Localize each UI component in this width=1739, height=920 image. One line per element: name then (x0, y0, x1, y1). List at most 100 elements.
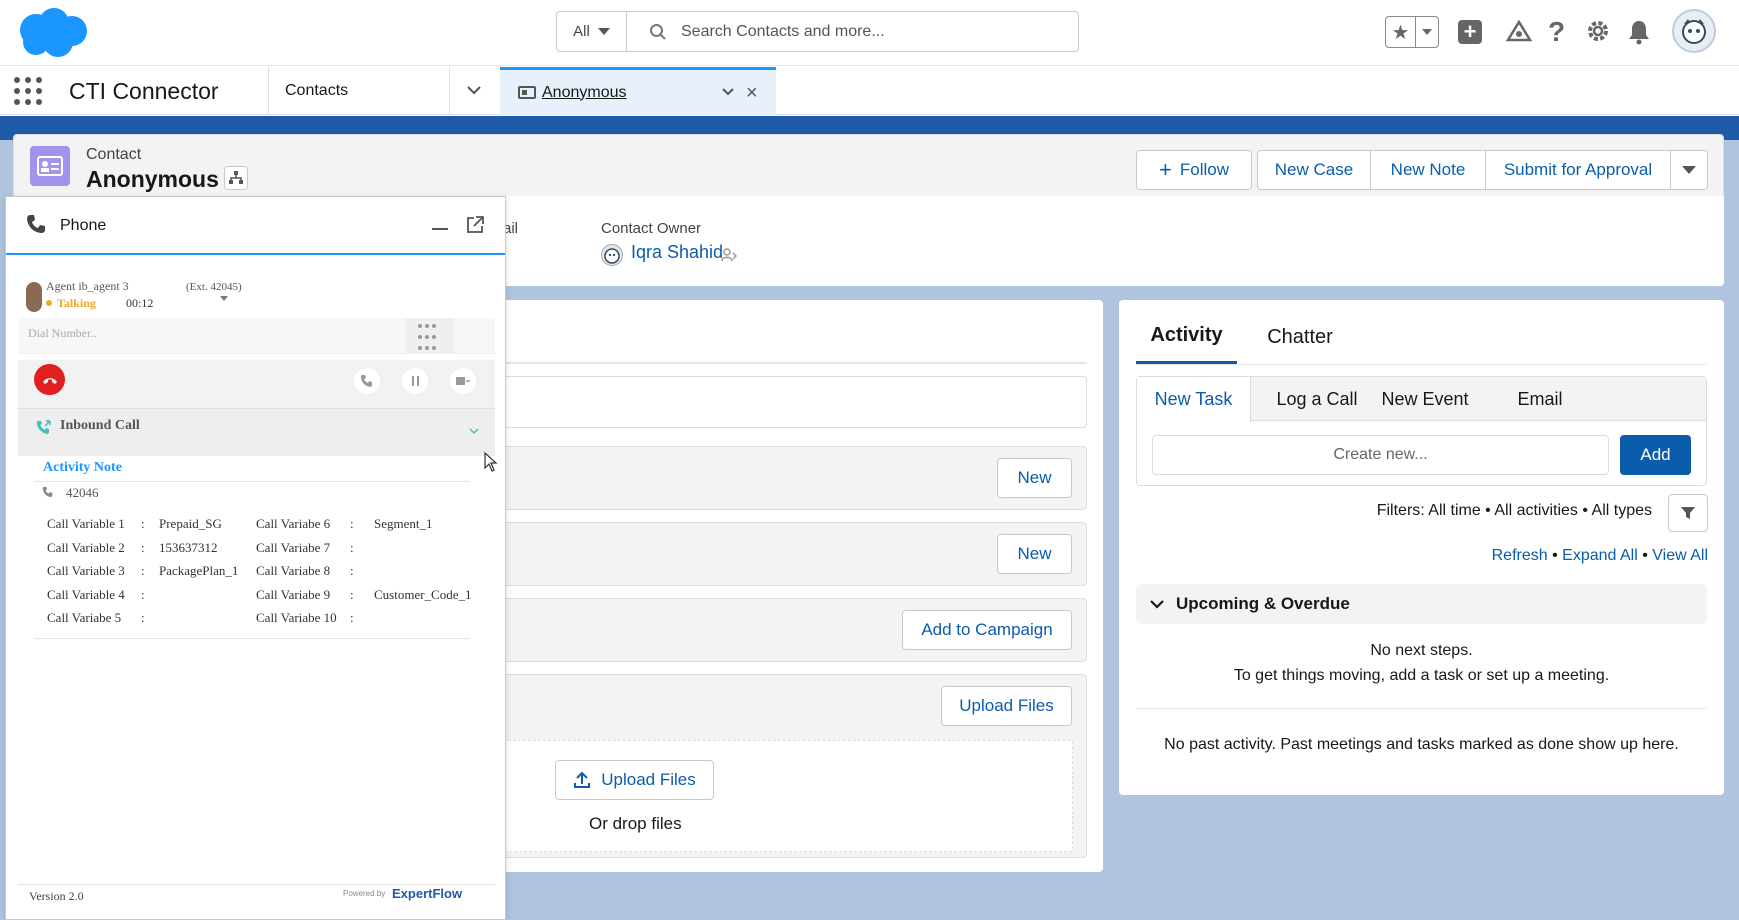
popout-icon[interactable] (466, 216, 484, 234)
add-button[interactable]: Add (1620, 435, 1691, 475)
call-variable-value: Segment_1 (374, 516, 433, 531)
call-variables-right: Call Variabe 6: Segment_1 Call Variabe 7:… (256, 512, 472, 630)
hierarchy-button[interactable] (224, 166, 248, 190)
more-actions-dropdown[interactable] (1671, 151, 1707, 189)
chevron-down-icon[interactable] (468, 426, 480, 436)
follow-button[interactable]: + Follow (1136, 150, 1252, 190)
upload-icon (573, 771, 591, 789)
activity-note-bottom-divider (34, 638, 470, 639)
activity-links: Refresh • Expand All • View All (1480, 547, 1708, 565)
call-variable-row: Call Variabe 6: Segment_1 (256, 512, 472, 536)
upload-files-drop-label: Upload Files (601, 770, 696, 789)
expand-all-link[interactable]: Expand All (1562, 547, 1638, 564)
filter-icon (1681, 507, 1695, 519)
tab-anonymous[interactable]: Anonymous × (500, 67, 776, 115)
global-actions-icon[interactable]: + (1458, 20, 1482, 44)
call-variable-value: Customer_Code_1 (374, 586, 472, 602)
close-tab-icon[interactable]: × (746, 82, 758, 105)
agent-status-badge[interactable]: Talking (57, 296, 96, 311)
call-variable-row: Call Variable 2:153637312 (47, 536, 238, 560)
subtab-new-event-label: New Event (1381, 388, 1469, 409)
new-button[interactable]: New (997, 458, 1072, 498)
search-input[interactable]: Search Contacts and more... (627, 12, 1078, 51)
user-avatar[interactable] (1672, 9, 1716, 53)
status-dot (46, 300, 52, 306)
trailhead-icon[interactable] (1506, 20, 1532, 44)
end-call-button[interactable] (34, 364, 65, 395)
transfer-icon (361, 375, 372, 387)
new-button-label: New (1017, 544, 1052, 563)
or-drop-files-text: Or drop files (589, 814, 682, 833)
global-header: All Search Contacts and more... ★ + ? (0, 0, 1739, 66)
minimize-icon[interactable] (432, 218, 448, 230)
contact-owner-link[interactable]: Iqra Shahid (631, 242, 723, 263)
upload-files-label: Upload Files (959, 696, 1054, 715)
submit-for-approval-button[interactable]: Submit for Approval (1486, 151, 1671, 189)
upload-files-drop-button[interactable]: Upload Files (555, 760, 714, 800)
new-note-label: New Note (1390, 160, 1466, 179)
new-case-button[interactable]: New Case (1258, 151, 1371, 189)
change-owner-icon[interactable] (721, 247, 737, 263)
phone-panel-footer-divider (18, 884, 495, 885)
gear-icon[interactable] (1586, 19, 1610, 43)
hold-call-button[interactable] (402, 368, 428, 394)
refresh-link[interactable]: Refresh (1492, 547, 1548, 564)
new-note-button[interactable]: New Note (1371, 151, 1486, 189)
view-all-link[interactable]: View All (1652, 547, 1708, 564)
activity-note-title: Activity Note (43, 460, 122, 475)
more-controls-button[interactable] (450, 368, 476, 394)
salesforce-logo[interactable] (14, 6, 90, 60)
pause-icon (411, 376, 414, 386)
app-launcher-icon[interactable] (14, 77, 42, 105)
search-scope-label: All (573, 23, 590, 40)
tab-activity[interactable]: Activity (1136, 310, 1237, 364)
help-icon[interactable]: ? (1548, 16, 1565, 48)
subtab-new-task[interactable]: New Task (1137, 377, 1251, 422)
chevron-down-icon[interactable] (220, 296, 228, 301)
tab-anonymous-label: Anonymous (542, 83, 627, 101)
tab-chatter[interactable]: Chatter (1250, 310, 1350, 364)
nav-bar: CTI Connector Contacts Anonymous × (0, 67, 1739, 115)
version-text: Version 2.0 (29, 889, 84, 903)
new-button-label: New (1017, 468, 1052, 487)
plus-icon: + (1159, 157, 1172, 182)
actions-button-group: New Case New Note Submit for Approval (1257, 150, 1708, 190)
new-button[interactable]: New (997, 534, 1072, 574)
subtab-email-label: Email (1517, 388, 1563, 409)
subtab-log-a-call-label: Log a Call (1276, 388, 1358, 409)
new-case-label: New Case (1274, 160, 1354, 179)
dialpad-icon[interactable] (406, 318, 454, 354)
mouse-cursor-icon (484, 452, 498, 472)
inbound-call-icon (36, 420, 52, 436)
call-variable-value: 153637312 (159, 539, 218, 555)
contact-owner-label: Contact Owner (601, 220, 702, 237)
create-new-placeholder: Create new... (1333, 446, 1428, 463)
subtab-email[interactable]: Email (1495, 377, 1585, 421)
add-button-label: Add (1640, 445, 1671, 464)
agent-avatar (26, 282, 42, 312)
call-variable-label: Call Variabe 8 (256, 563, 331, 578)
tab-contacts-menu-chevron-icon[interactable] (465, 81, 483, 99)
call-variable-label: Call Variabe 5 (47, 610, 122, 625)
subtab-new-event[interactable]: New Event (1375, 377, 1475, 421)
subtab-log-a-call[interactable]: Log a Call (1262, 377, 1372, 421)
call-variable-label: Call Variabe 6 (256, 516, 331, 531)
call-variables-left: Call Variable 1: Prepaid_SG Call Variable… (47, 512, 238, 630)
call-variable-row: Call Variabe 10: (256, 606, 472, 630)
chevron-down-icon[interactable] (720, 84, 736, 100)
filter-button[interactable] (1668, 494, 1708, 532)
search-scope-select[interactable]: All (557, 12, 627, 51)
call-variable-row: Call Variable 4: (47, 583, 238, 607)
hierarchy-icon (229, 171, 243, 184)
submit-label: Submit for Approval (1503, 160, 1653, 179)
caller-number: 42046 (66, 485, 99, 500)
favorites-button[interactable]: ★ (1385, 16, 1439, 48)
upcoming-overdue-header[interactable]: Upcoming & Overdue (1136, 584, 1707, 624)
upload-files-button[interactable]: Upload Files (941, 686, 1072, 726)
add-to-campaign-button[interactable]: Add to Campaign (902, 610, 1072, 650)
create-new-input[interactable]: Create new... (1152, 435, 1609, 475)
notifications-bell-icon[interactable] (1627, 19, 1651, 45)
transfer-call-button[interactable] (354, 368, 380, 394)
contact-object-icon (30, 146, 70, 186)
upcoming-overdue-title: Upcoming & Overdue (1176, 594, 1350, 613)
